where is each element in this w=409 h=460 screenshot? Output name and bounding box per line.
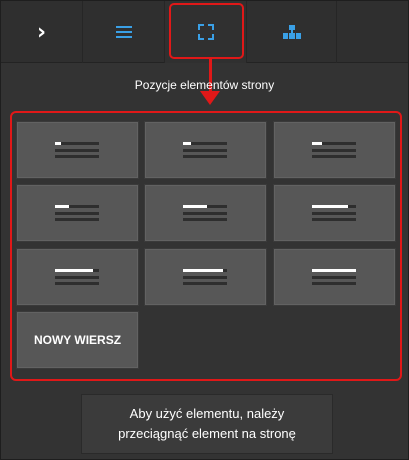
tile-line	[183, 276, 227, 279]
tile-accent-line	[55, 205, 69, 208]
tile-line	[312, 276, 356, 279]
tile-line	[69, 205, 99, 208]
tile-accent-line	[312, 142, 322, 145]
layout-tile-6[interactable]	[273, 184, 396, 242]
tile-line	[55, 149, 99, 152]
layout-tile-9[interactable]	[273, 248, 396, 306]
tile-line	[312, 218, 356, 221]
drag-hint-tooltip: Aby użyć elementu, należy przeciągnąć el…	[81, 394, 333, 454]
layout-tile-5[interactable]	[144, 184, 267, 242]
new-row-button[interactable]: NOWY WIERSZ	[16, 311, 139, 369]
tile-line	[312, 282, 356, 285]
tile-line	[61, 142, 99, 145]
tile-line	[183, 282, 227, 285]
layout-tile-8[interactable]	[144, 248, 267, 306]
tile-line	[191, 142, 227, 145]
tile-accent-line	[183, 142, 191, 145]
chevron-right-icon: ›	[36, 19, 47, 45]
tile-accent-line	[312, 205, 348, 208]
layout-tile-3[interactable]	[273, 121, 396, 179]
sitemap-icon	[282, 25, 301, 39]
tile-line	[55, 212, 99, 215]
tile-accent-line	[183, 269, 223, 272]
section-title: Pozycje elementów strony	[134, 78, 275, 92]
tile-line	[223, 269, 227, 272]
layout-tile-2[interactable]	[144, 121, 267, 179]
tile-line	[312, 212, 356, 215]
tile-line	[312, 149, 356, 152]
tile-line	[348, 205, 356, 208]
tile-line	[322, 142, 356, 145]
tab-structure[interactable]	[247, 1, 337, 63]
tile-line	[55, 218, 99, 221]
tab-list[interactable]	[83, 1, 165, 63]
tile-line	[55, 282, 99, 285]
tile-line	[55, 155, 99, 158]
expand-button[interactable]: ›	[1, 1, 83, 63]
tile-line	[312, 155, 356, 158]
layout-tile-1[interactable]	[16, 121, 139, 179]
active-tab-highlight	[169, 3, 244, 59]
tile-line	[183, 218, 227, 221]
elements-panel: › Pozycje elementów strony NOWY WIERSZ A…	[0, 0, 409, 460]
layout-tile-7[interactable]	[16, 248, 139, 306]
tile-line	[93, 269, 99, 272]
tile-line	[183, 212, 227, 215]
tile-line	[183, 149, 227, 152]
layout-tile-4[interactable]	[16, 184, 139, 242]
hint-line-2: przeciągnąć element na stronę	[118, 426, 296, 441]
tile-accent-line	[312, 269, 356, 272]
tile-accent-line	[183, 205, 207, 208]
hint-line-1: Aby użyć elementu, należy	[129, 406, 285, 421]
annotation-arrow-head	[200, 91, 220, 105]
tile-line	[55, 276, 99, 279]
tile-line	[207, 205, 227, 208]
tile-accent-line	[55, 269, 93, 272]
tile-line	[183, 155, 227, 158]
hamburger-icon	[115, 26, 132, 38]
